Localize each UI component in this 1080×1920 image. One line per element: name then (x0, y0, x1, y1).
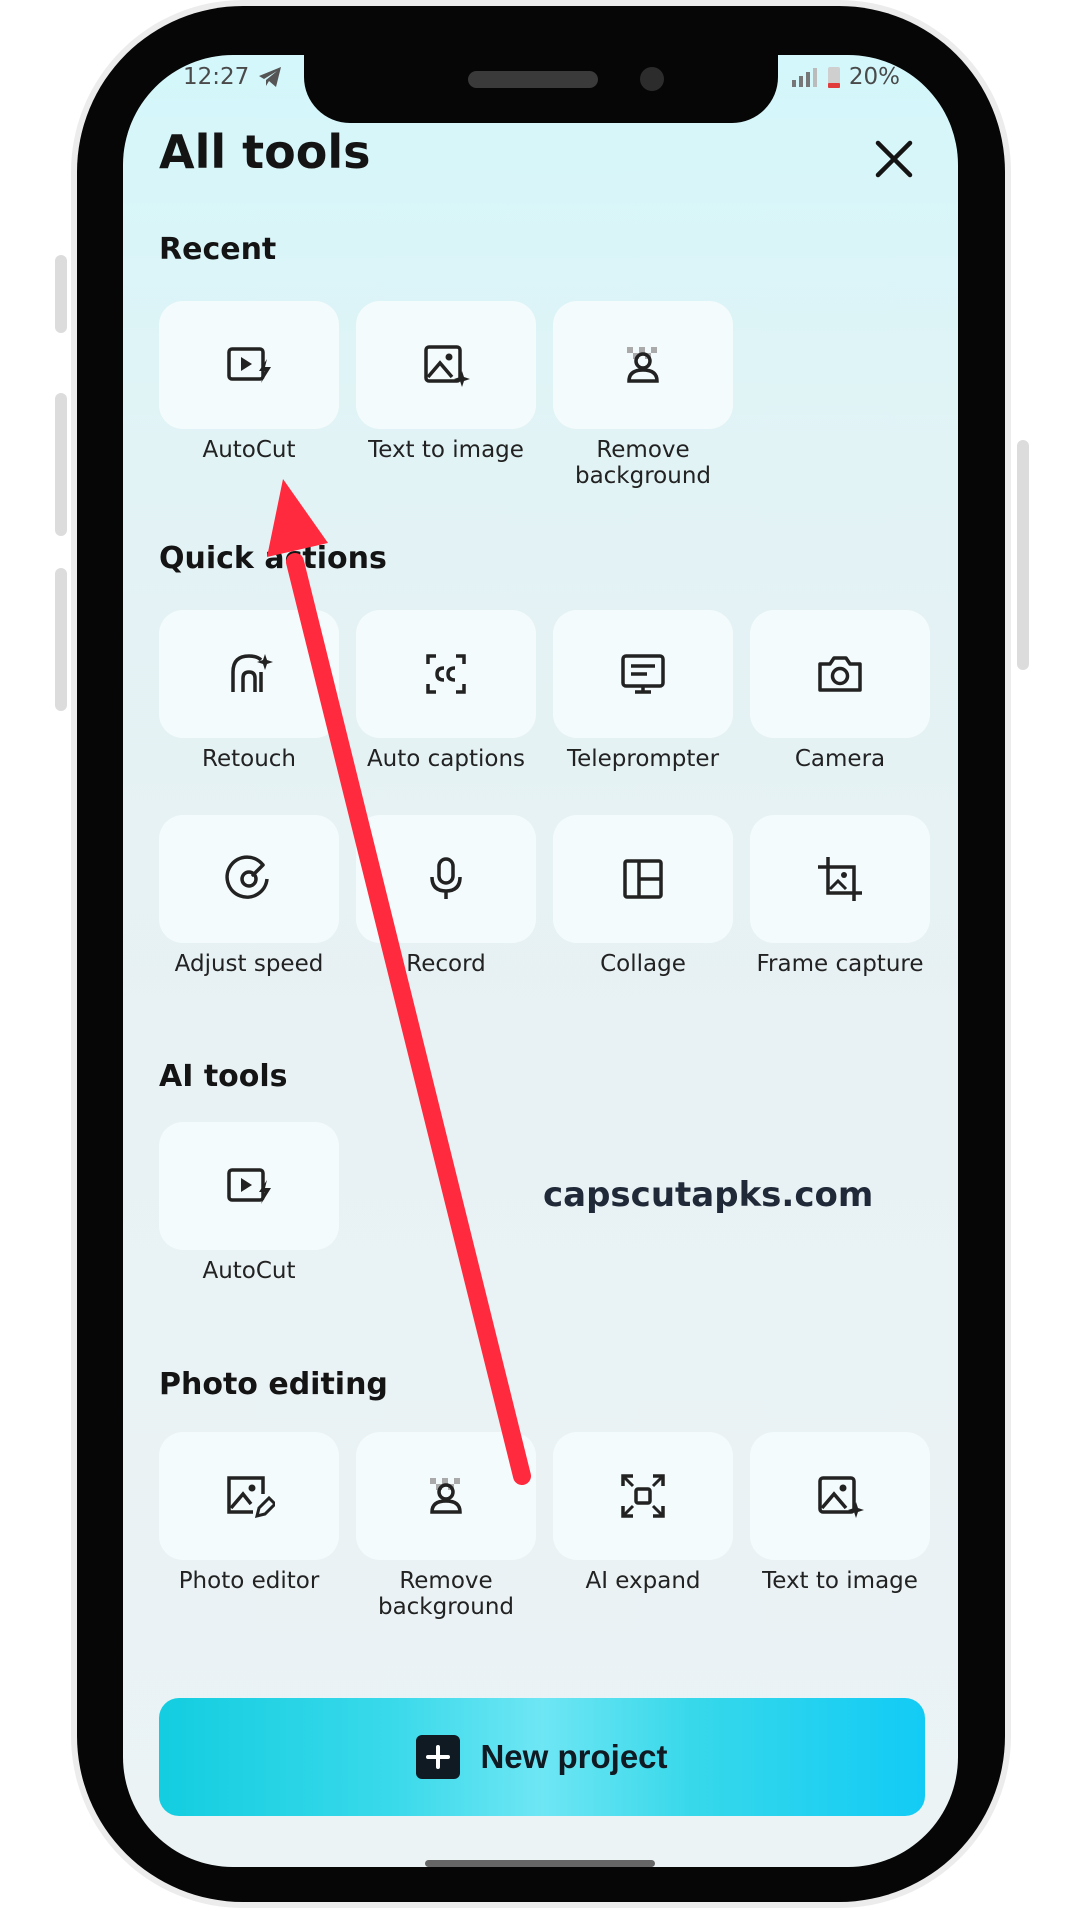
tool-retouch[interactable]: Retouch (159, 610, 339, 772)
tool-tile (750, 610, 930, 738)
plus-icon (416, 1735, 461, 1779)
new-project-button[interactable]: New project (159, 1698, 925, 1816)
tool-label: Retouch (202, 746, 296, 772)
tool-tile (553, 1432, 733, 1560)
tool-text-to-image-recent[interactable]: Text to image (356, 301, 536, 463)
tool-tile (553, 815, 733, 943)
tool-tile (553, 301, 733, 429)
close-button[interactable] (866, 131, 922, 187)
tool-ai-expand[interactable]: AI expand (553, 1432, 733, 1594)
tool-label: AI expand (585, 1568, 701, 1594)
tool-autocut-recent[interactable]: AutoCut (159, 301, 339, 463)
page-title: All tools (159, 125, 371, 179)
tool-label: AutoCut (202, 1258, 296, 1284)
notch (304, 55, 778, 123)
speed-icon (225, 855, 269, 899)
watermark-text: capscutapks.com (543, 1175, 874, 1215)
tool-tile (356, 301, 536, 429)
speaker-grille (468, 71, 598, 88)
teleprompter-icon (621, 654, 665, 694)
remove-background-icon (430, 1478, 462, 1514)
frame-capture-icon (818, 857, 862, 901)
tool-tile (750, 1432, 930, 1560)
signal-icon (791, 68, 817, 87)
text-to-image-icon (818, 1476, 864, 1518)
remove-background-icon (627, 347, 659, 383)
phone-side-button (55, 393, 67, 536)
tool-text-to-image-photo[interactable]: Text to image (750, 1432, 930, 1594)
tool-label: Camera (794, 746, 886, 772)
tool-tile (159, 610, 339, 738)
tool-photo-editor[interactable]: Photo editor (159, 1432, 339, 1594)
tool-label: AutoCut (202, 437, 296, 463)
tool-label: Photo editor (178, 1568, 320, 1594)
battery-percent: 20% (848, 64, 900, 90)
tool-tile (159, 1122, 339, 1250)
auto-captions-icon (426, 654, 466, 694)
tool-label: Remove background (377, 1568, 515, 1620)
section-title-recent: Recent (159, 232, 277, 267)
retouch-icon (231, 654, 273, 692)
app-screen: 12:27 20% All tools Recent AutoCut Text … (123, 55, 958, 1867)
front-camera (640, 67, 664, 91)
tool-label: Frame capture (756, 951, 924, 977)
section-title-quick-actions: Quick actions (159, 541, 387, 576)
tool-tile (750, 815, 930, 943)
battery-icon (827, 67, 840, 88)
tool-record[interactable]: Record (356, 815, 536, 977)
tool-tile (356, 815, 536, 943)
tool-tile (356, 1432, 536, 1560)
text-to-image-icon (424, 345, 470, 387)
close-icon (875, 140, 913, 178)
tool-tile (356, 610, 536, 738)
tool-tile (159, 1432, 339, 1560)
tool-label: Adjust speed (174, 951, 324, 977)
tool-teleprompter[interactable]: Teleprompter (553, 610, 733, 772)
tool-label: Text to image (762, 1568, 918, 1594)
tool-label: Record (406, 951, 486, 977)
tool-frame-capture[interactable]: Frame capture (750, 815, 930, 977)
phone-side-button (55, 255, 67, 333)
status-time: 12:27 (183, 64, 250, 90)
tool-tile (553, 610, 733, 738)
new-project-label: New project (480, 1738, 668, 1775)
section-title-photo-editing: Photo editing (159, 1367, 388, 1402)
tool-label: Remove background (574, 437, 712, 489)
autocut-icon (227, 1168, 271, 1204)
camera-icon (818, 656, 862, 692)
autocut-icon (227, 347, 271, 383)
status-bar-right: 20% (791, 59, 900, 95)
section-title-ai-tools: AI tools (159, 1059, 288, 1094)
tool-camera[interactable]: Camera (750, 610, 930, 772)
tool-tile (159, 301, 339, 429)
collage-icon (623, 859, 663, 899)
tool-label: Collage (600, 951, 686, 977)
phone-side-button (1017, 440, 1029, 670)
phone-side-button (55, 568, 67, 711)
tool-tile (159, 815, 339, 943)
microphone-icon (430, 857, 462, 899)
ai-expand-icon (621, 1474, 665, 1518)
tool-auto-captions[interactable]: Auto captions (356, 610, 536, 772)
tool-label: Teleprompter (566, 746, 720, 772)
tool-collage[interactable]: Collage (553, 815, 733, 977)
home-indicator (425, 1860, 655, 1867)
tool-remove-background-recent[interactable]: Remove background (553, 301, 733, 489)
telegram-icon (259, 67, 282, 87)
tool-remove-background-photo[interactable]: Remove background (356, 1432, 536, 1620)
status-bar-left: 12:27 (183, 59, 283, 95)
tool-adjust-speed[interactable]: Adjust speed (159, 815, 339, 977)
photo-editor-icon (227, 1476, 275, 1519)
tool-autocut-ai[interactable]: AutoCut (159, 1122, 339, 1284)
tool-label: Auto captions (366, 746, 526, 772)
tool-label: Text to image (368, 437, 524, 463)
